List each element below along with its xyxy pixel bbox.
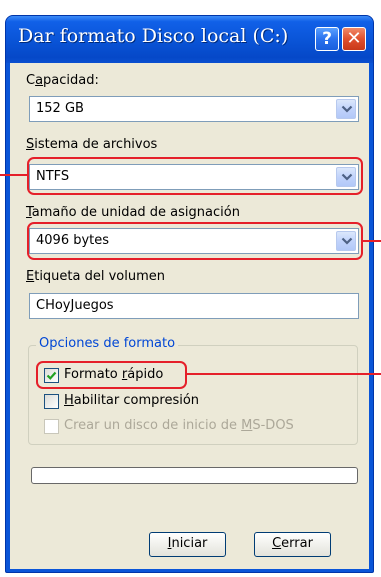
filesystem-highlight xyxy=(27,157,363,195)
help-icon: ? xyxy=(322,29,332,49)
capacity-label: Capacidad: xyxy=(26,73,99,88)
msdos-startup-disk-checkbox xyxy=(44,419,59,434)
close-window-button[interactable]: ✕ xyxy=(342,27,366,51)
format-options-legend: Opciones de formato xyxy=(36,336,179,351)
quick-format-highlight xyxy=(36,361,187,389)
close-icon: ✕ xyxy=(346,28,362,49)
volume-label-input[interactable]: CHoyJuegos xyxy=(29,293,359,319)
quick-format-callout-line xyxy=(186,373,381,375)
filesystem-callout-line xyxy=(0,174,28,176)
allocation-size-label: Tamaño de unidad de asignación xyxy=(26,205,240,220)
title-bar[interactable]: Dar formato Disco local (C:) ? ✕ xyxy=(6,16,373,63)
filesystem-label: Sistema de archivos xyxy=(26,137,158,152)
chevron-down-icon[interactable] xyxy=(336,99,356,119)
window-title: Dar formato Disco local (C:) xyxy=(18,25,289,47)
capacity-value: 152 GB xyxy=(36,101,84,116)
allocation-size-callout-line xyxy=(362,240,381,242)
compression-label: Habilitar compresión xyxy=(64,393,200,408)
compression-checkbox[interactable] xyxy=(44,394,59,409)
help-button[interactable]: ? xyxy=(315,27,339,51)
capacity-dropdown[interactable]: 152 GB xyxy=(29,96,359,122)
volume-label-label: Etiqueta del volumen xyxy=(26,269,166,284)
format-progress-bar xyxy=(31,467,358,484)
close-button[interactable]: Cerrar xyxy=(254,532,331,557)
start-button[interactable]: Iniciar xyxy=(149,532,226,557)
allocation-size-highlight xyxy=(27,222,363,260)
msdos-startup-disk-label: Crear un disco de inicio de MS-DOS xyxy=(64,418,294,433)
volume-label-value: CHoyJuegos xyxy=(36,298,114,313)
